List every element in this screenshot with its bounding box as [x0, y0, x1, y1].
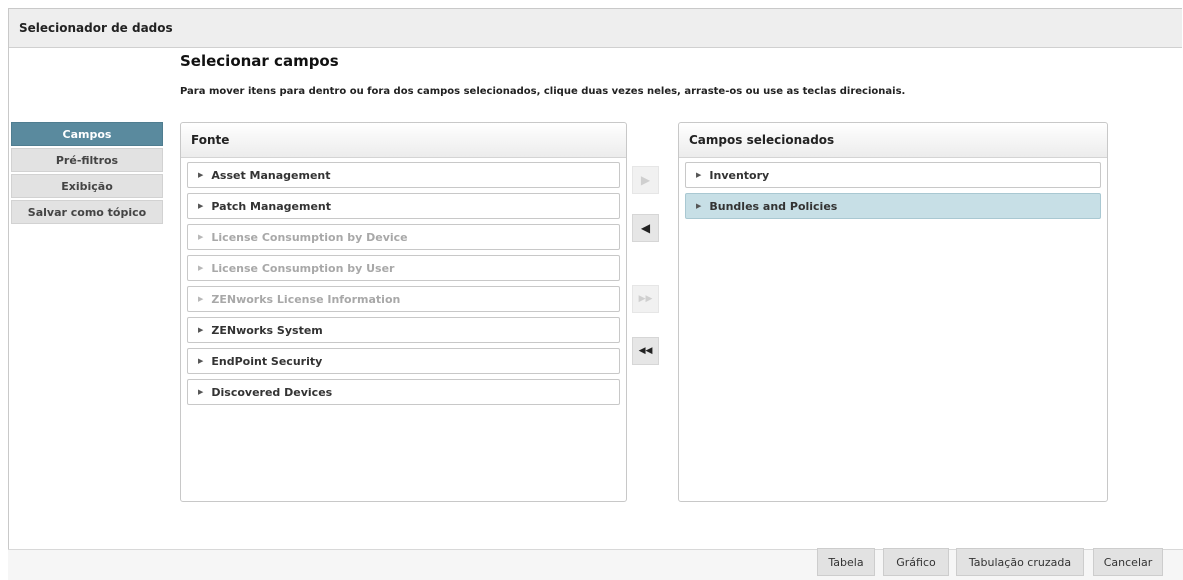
caret-right-icon: ▶	[198, 295, 204, 303]
source-item-license-consumption-by-user: ▶ License Consumption by User	[187, 255, 620, 281]
nav-item-label: Exibição	[61, 179, 113, 193]
cancel-button[interactable]: Cancelar	[1093, 548, 1163, 576]
crosstab-button[interactable]: Tabulação cruzada	[956, 548, 1084, 576]
move-all-left-button[interactable]: ◀◀	[632, 337, 659, 365]
list-item-label: Asset Management	[211, 168, 331, 182]
selected-panel-header: Campos selecionados	[679, 123, 1107, 158]
double-arrow-left-icon: ◀◀	[638, 346, 653, 356]
selected-list: ▶ Inventory ▶ Bundles and Policies	[679, 158, 1107, 228]
window-title: Selecionador de dados	[19, 21, 173, 35]
move-all-right-button[interactable]: ▶▶	[632, 285, 659, 313]
double-arrow-right-icon: ▶▶	[638, 294, 653, 304]
source-list: ▶ Asset Management ▶ Patch Management ▶ Lic…	[181, 158, 626, 414]
nav-item-label: Campos	[62, 127, 112, 141]
source-item-asset-management[interactable]: ▶ Asset Management	[187, 162, 620, 188]
caret-right-icon: ▶	[198, 388, 204, 396]
title-bar: Selecionador de dados	[9, 9, 1182, 48]
nav-item-label: Pré-filtros	[55, 153, 119, 167]
caret-right-icon: ▶	[198, 233, 204, 241]
source-item-zenworks-license-information: ▶ ZENworks License Information	[187, 286, 620, 312]
nav-item-salvar-como-topico[interactable]: Salvar como tópico	[11, 200, 163, 224]
list-item-label: Discovered Devices	[211, 385, 333, 399]
caret-right-icon: ▶	[198, 171, 204, 179]
list-item-label: License Consumption by Device	[211, 230, 408, 244]
arrow-left-icon: ◀	[640, 221, 651, 235]
caret-right-icon: ▶	[198, 357, 204, 365]
list-item-label: Inventory	[709, 168, 770, 182]
instructions-text: Para mover itens para dentro ou fora dos…	[180, 86, 906, 97]
nav-item-label: Salvar como tópico	[27, 205, 147, 219]
list-item-label: Bundles and Policies	[709, 199, 838, 213]
caret-right-icon: ▶	[198, 202, 204, 210]
selected-fields-panel: Campos selecionados ▶ Inventory ▶ Bundles …	[678, 122, 1108, 502]
side-nav: Campos Pré-filtros Exibição Salvar como …	[11, 122, 163, 226]
list-item-label: ZENworks System	[211, 323, 323, 337]
source-item-endpoint-security[interactable]: ▶ EndPoint Security	[187, 348, 620, 374]
source-item-discovered-devices[interactable]: ▶ Discovered Devices	[187, 379, 620, 405]
source-panel: Fonte ▶ Asset Management ▶ Patch Managemen…	[180, 122, 627, 502]
caret-right-icon: ▶	[198, 264, 204, 272]
selected-item-inventory[interactable]: ▶ Inventory	[685, 162, 1101, 188]
chart-button[interactable]: Gráfico	[883, 548, 949, 576]
list-item-label: EndPoint Security	[211, 354, 323, 368]
move-right-button[interactable]: ▶	[632, 166, 659, 194]
caret-right-icon: ▶	[696, 171, 702, 179]
list-item-label: ZENworks License Information	[211, 292, 401, 306]
arrow-right-icon: ▶	[640, 173, 651, 187]
list-item-label: Patch Management	[211, 199, 331, 213]
source-item-patch-management[interactable]: ▶ Patch Management	[187, 193, 620, 219]
nav-item-exibicao[interactable]: Exibição	[11, 174, 163, 198]
source-item-license-consumption-by-device: ▶ License Consumption by Device	[187, 224, 620, 250]
source-item-zenworks-system[interactable]: ▶ ZENworks System	[187, 317, 620, 343]
nav-item-campos[interactable]: Campos	[11, 122, 163, 146]
nav-item-pre-filtros[interactable]: Pré-filtros	[11, 148, 163, 172]
caret-right-icon: ▶	[198, 326, 204, 334]
source-panel-header: Fonte	[181, 123, 626, 158]
page-title: Selecionar campos	[180, 52, 339, 70]
list-item-label: License Consumption by User	[211, 261, 395, 275]
move-left-button[interactable]: ◀	[632, 214, 659, 242]
table-button[interactable]: Tabela	[817, 548, 875, 576]
caret-right-icon: ▶	[696, 202, 702, 210]
selected-item-bundles-and-policies[interactable]: ▶ Bundles and Policies	[685, 193, 1101, 219]
